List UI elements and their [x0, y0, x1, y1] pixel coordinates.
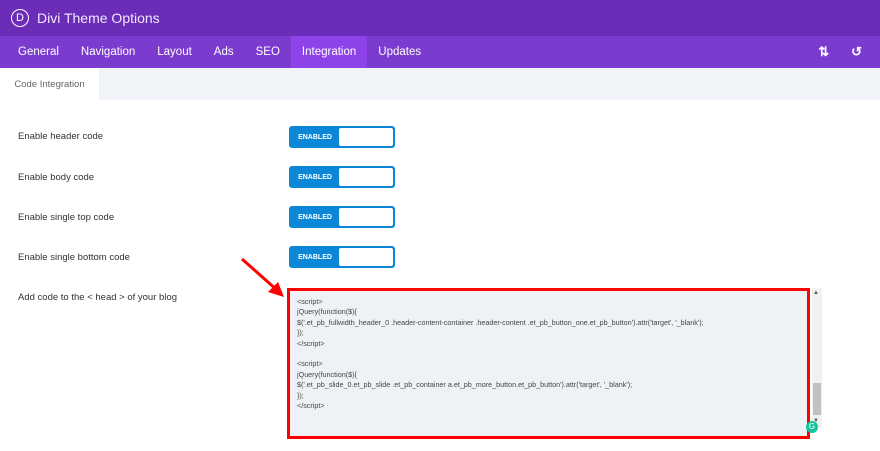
reset-icon[interactable]: ↺	[851, 44, 862, 60]
main-tabs: General Navigation Layout Ads SEO Integr…	[0, 36, 880, 68]
title-bar: D Divi Theme Options	[0, 0, 880, 36]
tab-code-integration[interactable]: Code Integration	[0, 68, 99, 100]
toggle-label: ENABLED	[298, 173, 332, 181]
tab-integration[interactable]: Integration	[290, 36, 368, 68]
tab-general[interactable]: General	[7, 36, 70, 68]
single-bottom-code-toggle[interactable]: ENABLED	[289, 246, 395, 268]
red-arrow-icon	[241, 257, 284, 297]
toggle-label: ENABLED	[298, 133, 332, 141]
tab-navigation[interactable]: Navigation	[70, 36, 146, 68]
grammarly-icon[interactable]: G	[806, 421, 818, 433]
tab-layout[interactable]: Layout	[146, 36, 203, 68]
header-code-toggle[interactable]: ENABLED	[289, 126, 395, 148]
textarea-scrollbar[interactable]: ▲ ▼	[812, 288, 822, 428]
head-code-textarea[interactable]: <script> jQuery(function($){ $('.et_pb_f…	[287, 288, 810, 439]
tab-ads[interactable]: Ads	[203, 36, 245, 68]
setting-label: Enable body code	[18, 172, 95, 183]
divi-logo: D	[11, 9, 29, 27]
setting-label: Enable header code	[18, 131, 104, 142]
toggle-label: ENABLED	[298, 213, 332, 221]
body-code-toggle[interactable]: ENABLED	[289, 166, 395, 188]
sort-icon[interactable]: ⇅	[818, 44, 829, 60]
sub-tabs: Code Integration	[0, 68, 880, 100]
single-top-code-toggle[interactable]: ENABLED	[289, 206, 395, 228]
head-code-label: Add code to the < head > of your blog	[18, 292, 177, 303]
setting-label: Enable single top code	[18, 212, 115, 223]
tab-seo[interactable]: SEO	[245, 36, 291, 68]
setting-label: Enable single bottom code	[18, 252, 130, 263]
tab-updates[interactable]: Updates	[367, 36, 432, 68]
toggle-label: ENABLED	[298, 253, 332, 261]
page-title: Divi Theme Options	[37, 10, 160, 26]
